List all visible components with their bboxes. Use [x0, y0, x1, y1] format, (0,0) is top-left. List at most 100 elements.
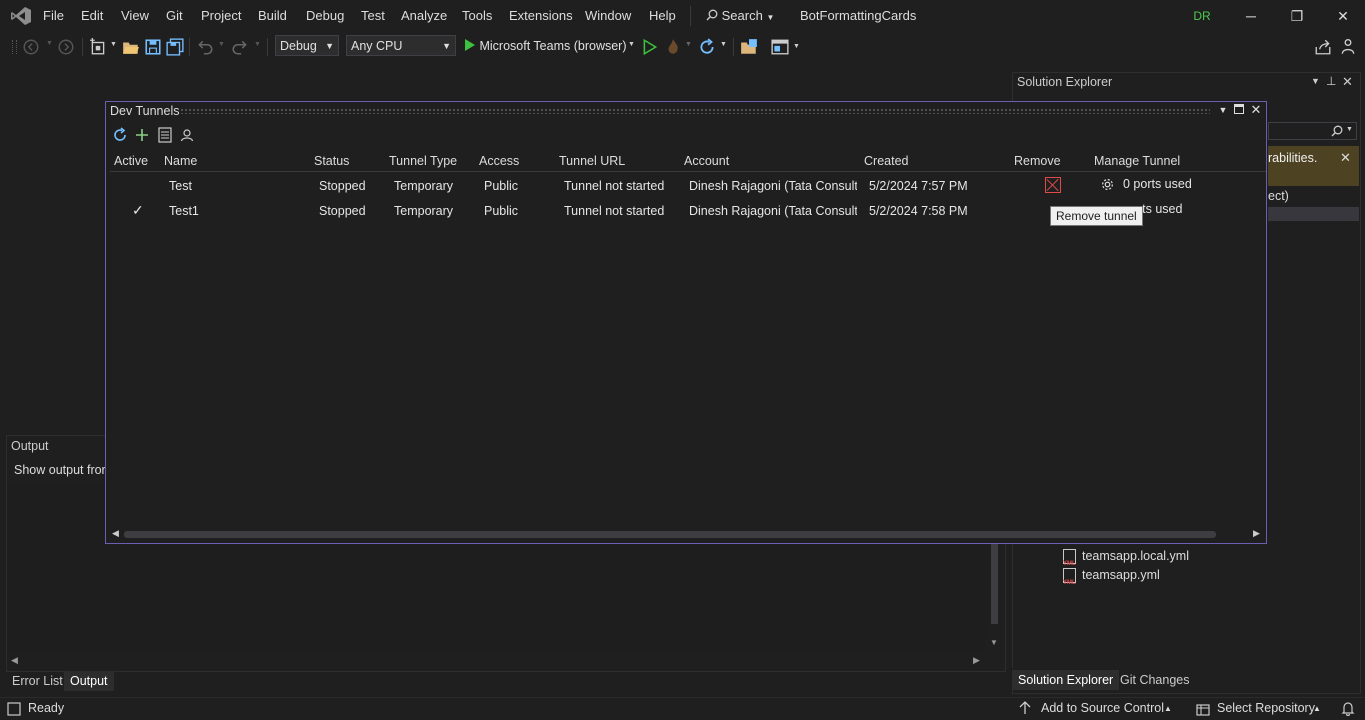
open-folder-icon[interactable] — [122, 38, 140, 56]
scrollbar-thumb[interactable] — [124, 531, 1216, 538]
yml-file-icon: YML — [1063, 549, 1076, 567]
menu-debug[interactable]: Debug — [306, 8, 344, 23]
menu-test[interactable]: Test — [361, 8, 385, 23]
output-horizontal-scrollbar[interactable]: ◀ ▶ — [8, 654, 986, 667]
chevron-down-icon[interactable]: ▼ — [685, 41, 692, 48]
menu-edit[interactable]: Edit — [81, 8, 103, 23]
tab-output[interactable]: Output — [64, 671, 114, 691]
row-access-cell: Public — [484, 204, 519, 218]
chevron-down-icon[interactable]: ▼ — [46, 40, 53, 47]
chevron-down-icon[interactable]: ▼ — [1215, 102, 1231, 118]
select-repository-button[interactable]: Select Repository — [1217, 701, 1315, 715]
table-row[interactable] — [110, 175, 1266, 197]
chevron-down-icon[interactable]: ▼ — [1311, 76, 1320, 86]
chevron-down-icon[interactable]: ▼ — [110, 41, 117, 48]
remove-tunnel-icon[interactable] — [1045, 177, 1061, 193]
tab-solution-explorer[interactable]: Solution Explorer — [1012, 670, 1120, 690]
redo-icon[interactable] — [231, 38, 249, 56]
layout-icon[interactable] — [771, 38, 789, 56]
menu-build[interactable]: Build — [258, 8, 287, 23]
maximize-button[interactable] — [1231, 102, 1247, 118]
add-to-source-control-button[interactable]: Add to Source Control — [1041, 701, 1164, 715]
tree-item-teamsapp-local-yml[interactable]: YML teamsapp.local.yml — [1063, 549, 1189, 567]
close-dev-tunnels-button[interactable]: ✕ — [1248, 102, 1264, 118]
tab-git-changes[interactable]: Git Changes — [1114, 670, 1195, 690]
close-icon[interactable]: ✕ — [1340, 150, 1351, 166]
start-debugging-button[interactable]: Microsoft Teams (browser) — [464, 38, 627, 56]
chevron-down-icon[interactable]: ▼ — [218, 41, 225, 48]
avatar[interactable]: DR — [1190, 5, 1214, 27]
column-header-access[interactable]: Access — [479, 154, 519, 168]
chevron-up-icon[interactable]: ▲ — [1313, 704, 1321, 713]
menu-file[interactable]: File — [43, 8, 64, 23]
undo-icon[interactable] — [196, 38, 214, 56]
column-header-manage-tunnel[interactable]: Manage Tunnel — [1094, 154, 1180, 168]
menu-git[interactable]: Git — [166, 8, 183, 23]
scroll-left-icon[interactable]: ◀ — [11, 655, 18, 666]
chevron-down-icon[interactable]: ▼ — [628, 41, 635, 48]
menu-extensions[interactable]: Extensions — [509, 8, 573, 23]
manage-tunnel-ports[interactable]: rts used — [1138, 202, 1182, 216]
project-node-label[interactable]: ect) — [1268, 189, 1289, 203]
close-icon[interactable]: ✕ — [1342, 74, 1353, 90]
toolbar-grip[interactable] — [12, 40, 17, 54]
scroll-down-icon[interactable]: ▼ — [990, 638, 998, 647]
search-button[interactable]: Search ▼ — [706, 8, 774, 23]
chevron-down-icon[interactable]: ▼ — [720, 41, 727, 48]
column-header-active[interactable]: Active — [114, 154, 148, 168]
minimize-button[interactable]: ─ — [1236, 5, 1266, 27]
column-header-created[interactable]: Created — [864, 154, 908, 168]
restore-button[interactable]: ❐ — [1282, 5, 1312, 27]
close-window-button[interactable]: ✕ — [1328, 5, 1358, 27]
column-header-status[interactable]: Status — [314, 154, 349, 168]
start-without-debugging-icon[interactable] — [641, 38, 659, 56]
chevron-up-icon[interactable]: ▲ — [1164, 704, 1172, 713]
scroll-right-icon[interactable]: ▶ — [1253, 528, 1260, 539]
column-header-remove[interactable]: Remove — [1014, 154, 1061, 168]
column-header-name[interactable]: Name — [164, 154, 197, 168]
scroll-right-icon[interactable]: ▶ — [973, 655, 980, 666]
menu-view[interactable]: View — [121, 8, 149, 23]
pin-icon[interactable]: ⊥ — [1326, 74, 1336, 88]
feedback-icon[interactable] — [1339, 38, 1357, 56]
refresh-icon[interactable] — [112, 127, 128, 143]
row-active-checkmark[interactable]: ✓ — [132, 202, 144, 219]
column-header-tunnel-url[interactable]: Tunnel URL — [559, 154, 625, 168]
live-share-icon[interactable] — [1314, 38, 1332, 56]
chevron-down-icon[interactable]: ▼ — [793, 43, 800, 50]
manage-tunnel-ports[interactable]: 0 ports used — [1123, 177, 1192, 191]
tab-error-list[interactable]: Error List — [6, 671, 69, 691]
row-created-cell: 5/2/2024 7:57 PM — [869, 179, 968, 193]
window-drag-grip[interactable] — [180, 108, 1210, 114]
output-vertical-scrollbar[interactable]: ▼ — [988, 540, 1000, 652]
save-icon[interactable] — [144, 38, 162, 56]
column-header-tunnel-type[interactable]: Tunnel Type — [389, 154, 457, 168]
tunnel-list-icon[interactable] — [157, 127, 173, 143]
add-icon[interactable] — [134, 127, 150, 143]
tree-item-teamsapp-yml[interactable]: YML teamsapp.yml — [1063, 568, 1160, 586]
menu-tools[interactable]: Tools — [462, 8, 492, 23]
platform-dropdown[interactable]: Any CPU ▼ — [346, 35, 456, 56]
gear-icon[interactable] — [1100, 177, 1115, 192]
menu-analyze[interactable]: Analyze — [401, 8, 447, 23]
selected-tree-row[interactable] — [1268, 207, 1359, 221]
scroll-left-icon[interactable]: ◀ — [112, 528, 119, 539]
save-all-icon[interactable] — [166, 38, 184, 56]
scrollbar-thumb[interactable] — [991, 542, 998, 624]
menu-window[interactable]: Window — [585, 8, 631, 23]
solution-explorer-icon[interactable] — [740, 38, 758, 56]
configuration-dropdown[interactable]: Debug ▼ — [275, 35, 339, 56]
refresh-icon[interactable] — [698, 38, 716, 56]
show-output-from-label: Show output fror — [14, 463, 106, 477]
solution-search-input[interactable]: ▼ — [1268, 122, 1357, 140]
forward-icon[interactable] — [57, 38, 75, 56]
menu-project[interactable]: Project — [201, 8, 241, 23]
hot-reload-icon[interactable] — [664, 38, 682, 56]
chevron-down-icon[interactable]: ▼ — [254, 41, 261, 48]
account-icon[interactable] — [179, 127, 195, 143]
back-icon[interactable] — [22, 38, 40, 56]
notifications-bell-icon[interactable] — [1341, 701, 1355, 716]
menu-help[interactable]: Help — [649, 8, 676, 23]
column-header-account[interactable]: Account — [684, 154, 729, 168]
new-project-icon[interactable] — [89, 38, 107, 56]
